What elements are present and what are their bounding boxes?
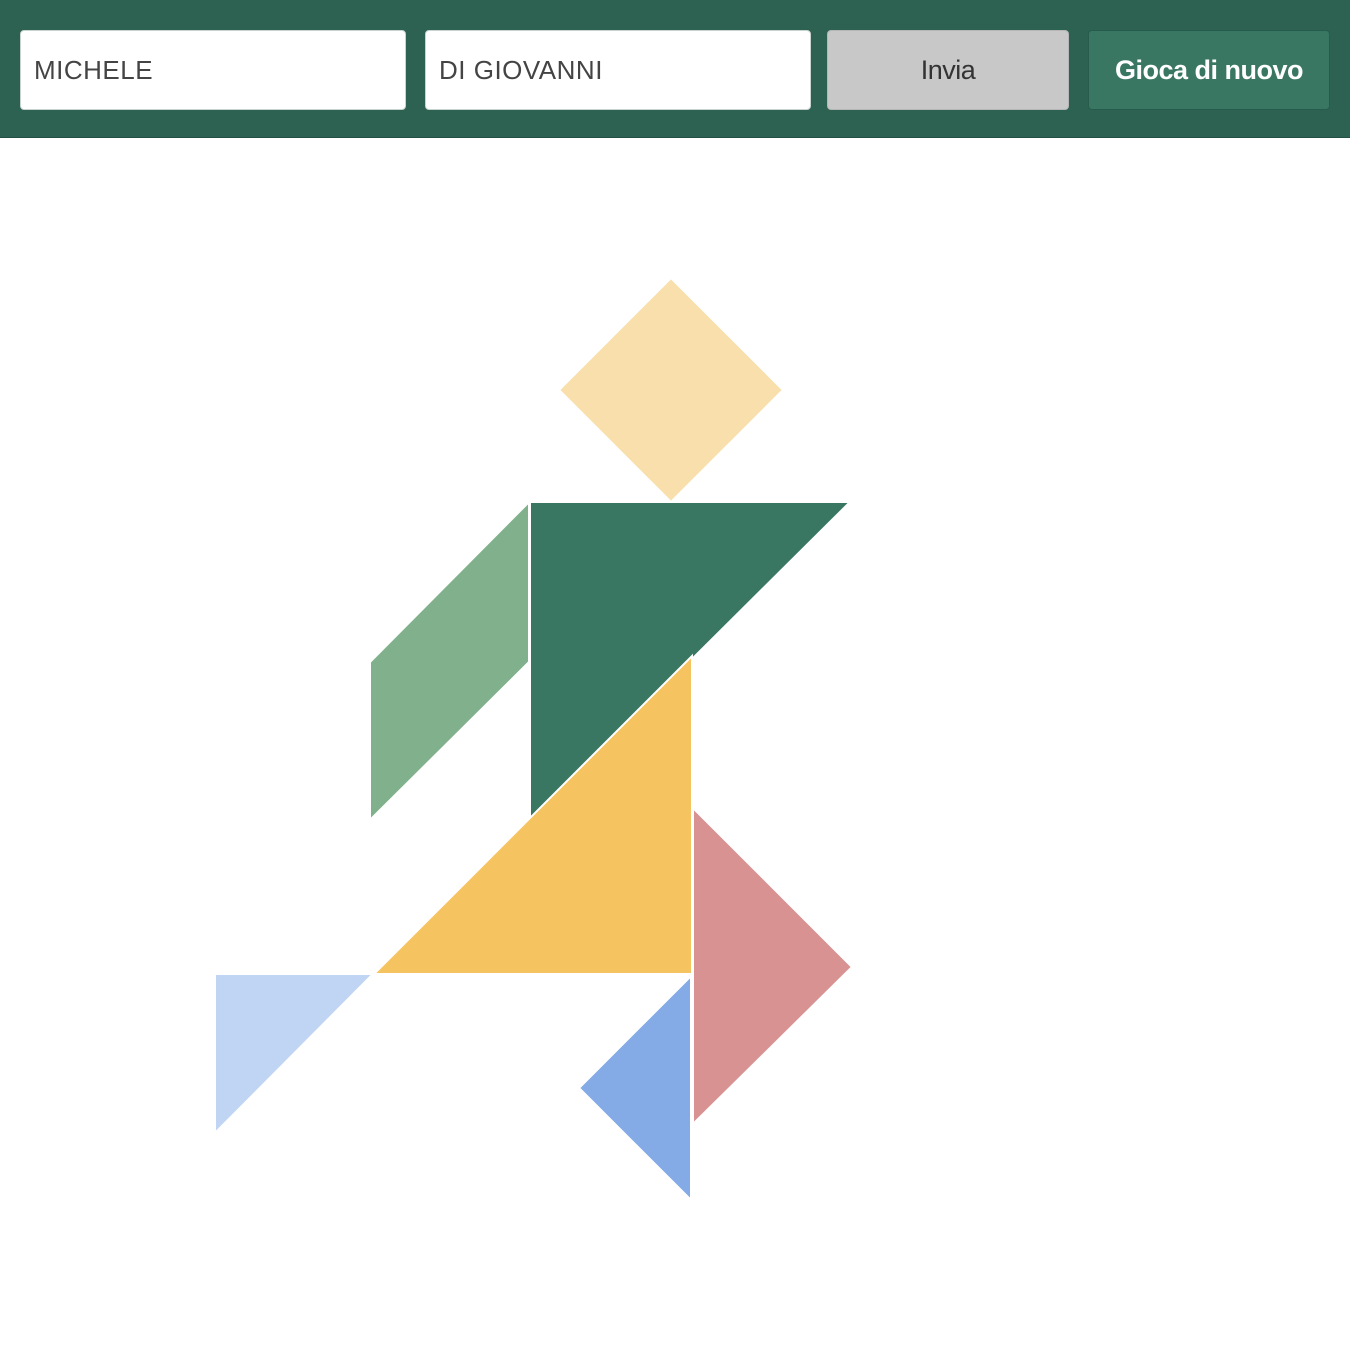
parallelogram-piece[interactable] <box>369 499 530 823</box>
play-again-button[interactable]: Gioca di nuovo <box>1088 30 1330 110</box>
top-toolbar: Invia Gioca di nuovo <box>0 0 1350 138</box>
tangram-canvas <box>214 276 854 1203</box>
submit-button[interactable]: Invia <box>827 30 1069 110</box>
small-triangle-blue[interactable] <box>577 973 692 1203</box>
small-triangle-light-blue[interactable] <box>214 973 376 1136</box>
square-piece[interactable] <box>557 276 785 504</box>
last-name-input[interactable] <box>425 30 811 110</box>
medium-triangle-pink[interactable] <box>692 805 854 1127</box>
first-name-input[interactable] <box>20 30 406 110</box>
tangram-board <box>0 138 1350 1350</box>
